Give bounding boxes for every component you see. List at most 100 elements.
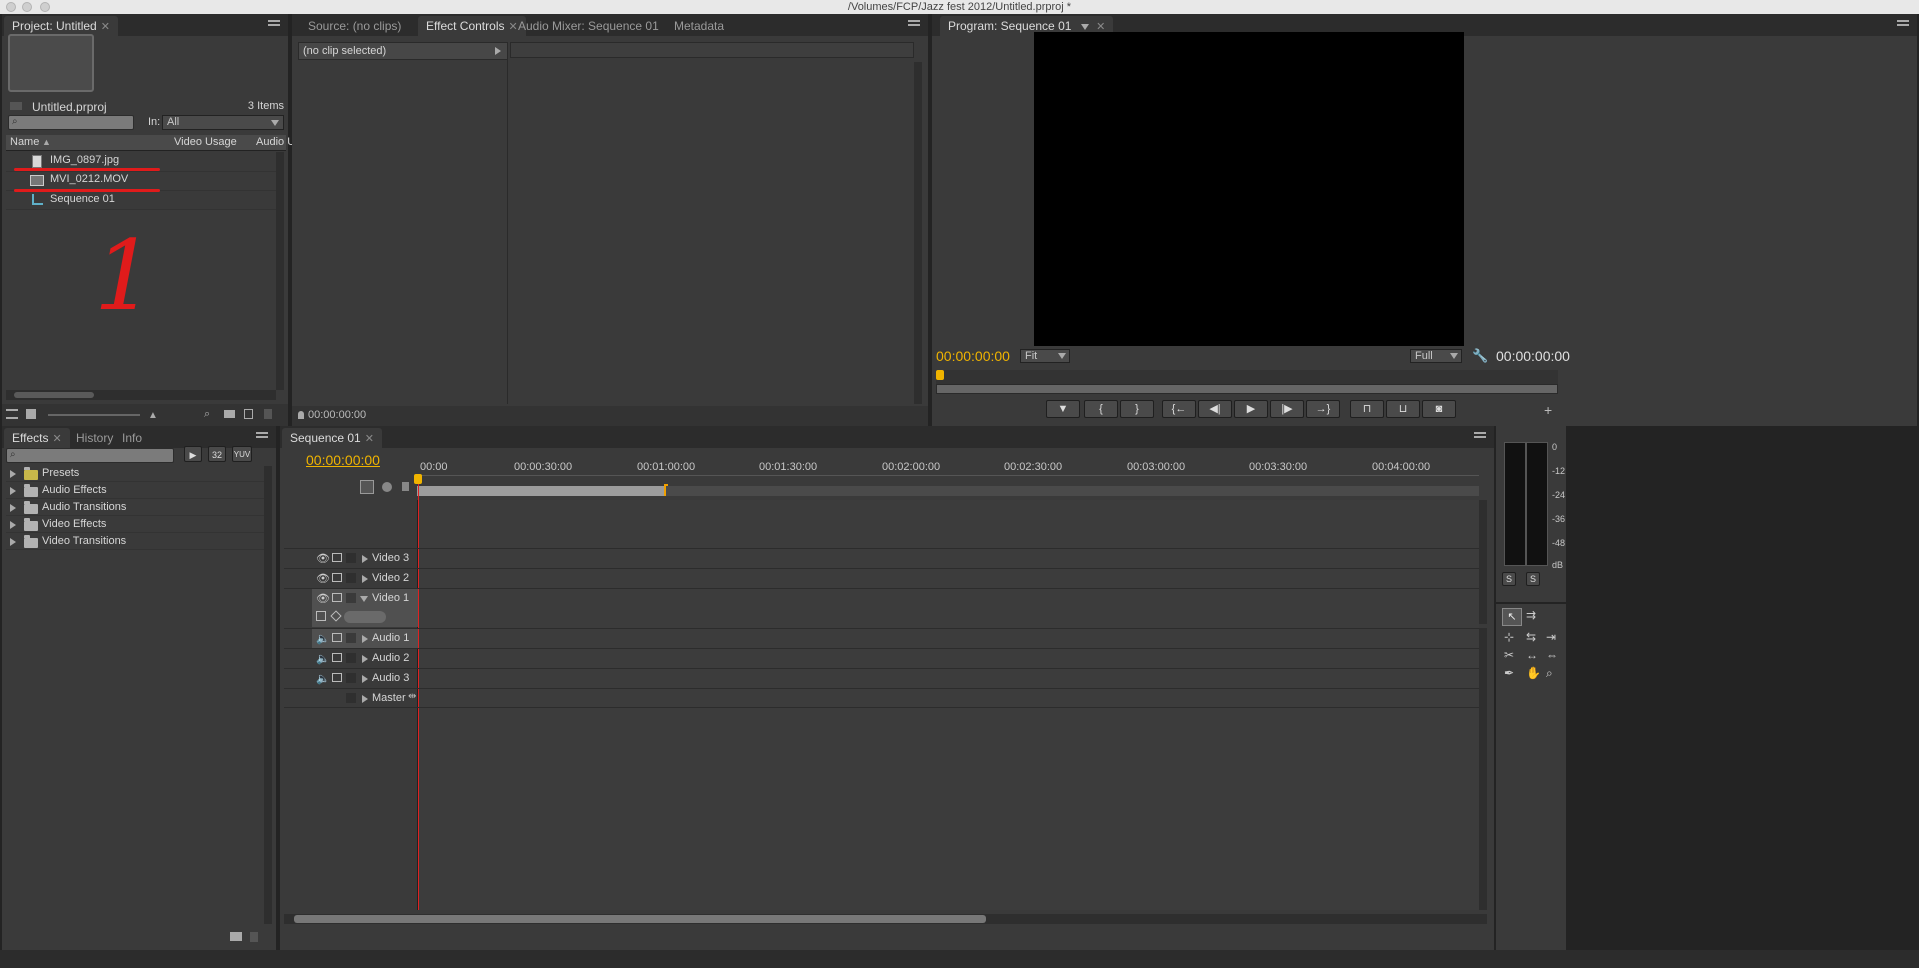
program-timecode-current[interactable]: 00:00:00:00: [936, 348, 1010, 364]
effects-folder-item[interactable]: Audio Effects: [6, 483, 264, 499]
slide-tool-icon[interactable]: ⇔: [1546, 648, 1558, 662]
zoom-level-dropdown[interactable]: Fit: [1020, 349, 1070, 363]
button-editor-plus-icon[interactable]: +: [1544, 402, 1552, 418]
chevron-down-icon[interactable]: [1080, 23, 1089, 30]
hand-tool-icon[interactable]: ✋: [1526, 666, 1541, 680]
track-lock-icon[interactable]: [346, 653, 356, 663]
timeline-timecode[interactable]: 00:00:00:00: [306, 452, 380, 468]
effects-search-input[interactable]: ⌕: [6, 448, 174, 463]
timeline-horizontal-scrollbar[interactable]: [284, 914, 1487, 924]
tab-info[interactable]: Info: [114, 428, 150, 448]
rolling-edit-tool-icon[interactable]: ⇆: [1526, 630, 1536, 644]
go-to-out-button[interactable]: →}: [1306, 400, 1340, 418]
wrench-settings-icon[interactable]: 🔧: [1472, 348, 1488, 364]
eye-icon[interactable]: 👁: [316, 572, 330, 585]
close-tab-icon[interactable]: ✕: [52, 433, 61, 445]
speaker-icon[interactable]: 🔈: [316, 672, 330, 685]
playback-resolution-dropdown[interactable]: Full: [1410, 349, 1462, 363]
sync-lock-icon[interactable]: [332, 653, 342, 662]
track-lock-icon[interactable]: [346, 593, 356, 603]
close-tab-icon[interactable]: ✕: [101, 21, 110, 33]
expand-track-icon[interactable]: [362, 655, 368, 663]
track-select-tool-icon[interactable]: ⇉: [1526, 608, 1536, 622]
panel-menu-icon[interactable]: [908, 18, 922, 30]
step-forward-button[interactable]: |▶: [1270, 400, 1304, 418]
extract-button[interactable]: ⊔: [1386, 400, 1420, 418]
panel-menu-icon[interactable]: [268, 18, 282, 30]
new-custom-bin-icon[interactable]: [230, 932, 242, 941]
list-view-icon[interactable]: [6, 409, 18, 419]
expand-triangle-icon[interactable]: [10, 487, 16, 495]
track-lock-icon[interactable]: [346, 573, 356, 583]
playhead-icon[interactable]: [936, 370, 944, 380]
in-dropdown[interactable]: All: [162, 115, 284, 130]
ripple-edit-tool-icon[interactable]: ⊹: [1504, 630, 1514, 644]
zoom-tool-icon[interactable]: ⌕: [1546, 666, 1553, 681]
panel-menu-icon[interactable]: [1897, 18, 1911, 30]
mark-in-button[interactable]: {: [1084, 400, 1118, 418]
expand-track-icon[interactable]: [362, 675, 368, 683]
project-search-input[interactable]: ⌕: [8, 115, 134, 130]
close-tab-icon[interactable]: ✕: [365, 433, 374, 445]
audio-tracks-scrollbar[interactable]: [1479, 628, 1487, 910]
effects-scrollbar[interactable]: [264, 466, 272, 924]
new-bin-icon[interactable]: [224, 410, 235, 418]
effects-folder-item[interactable]: Audio Transitions: [6, 500, 264, 516]
pen-tool-icon[interactable]: ✒: [1504, 666, 1514, 680]
sync-lock-icon[interactable]: [332, 593, 342, 602]
set-encore-marker-icon[interactable]: [382, 482, 392, 492]
track-lock-icon[interactable]: [346, 553, 356, 563]
sync-lock-icon[interactable]: [332, 573, 342, 582]
work-area-bar[interactable]: [417, 486, 666, 496]
expand-triangle-icon[interactable]: [10, 504, 16, 512]
expand-triangle-icon[interactable]: [10, 538, 16, 546]
minimize-window-icon[interactable]: [22, 2, 32, 12]
project-vertical-scrollbar[interactable]: [276, 152, 284, 390]
find-icon[interactable]: ⌕: [204, 408, 210, 421]
zoom-slider[interactable]: [48, 414, 140, 416]
selection-tool-icon[interactable]: ↖: [1502, 608, 1522, 626]
go-to-in-button[interactable]: {←: [1162, 400, 1196, 418]
eye-icon[interactable]: 👁: [316, 592, 330, 605]
play-triangle-icon[interactable]: [495, 47, 501, 55]
column-name[interactable]: Name: [10, 136, 39, 148]
effects-folder-item[interactable]: Video Transitions: [6, 534, 264, 550]
video-tracks-scrollbar[interactable]: [1479, 500, 1487, 624]
expand-track-icon[interactable]: [362, 555, 368, 563]
tab-source[interactable]: Source: (no clips): [300, 16, 409, 36]
tab-project[interactable]: Project: Untitled ✕: [4, 16, 118, 36]
rate-stretch-tool-icon[interactable]: ⇥: [1546, 630, 1556, 644]
set-marker-icon[interactable]: [402, 482, 409, 491]
speaker-icon[interactable]: 🔈: [316, 652, 330, 665]
solo-left-button[interactable]: S: [1502, 572, 1516, 586]
zoom-window-icon[interactable]: [40, 2, 50, 12]
close-window-icon[interactable]: [6, 2, 16, 12]
mark-out-button[interactable]: }: [1120, 400, 1154, 418]
program-zoom-scrollbar[interactable]: [936, 384, 1558, 394]
expand-track-icon[interactable]: [362, 575, 368, 583]
export-frame-button[interactable]: ◙: [1422, 400, 1456, 418]
speaker-icon[interactable]: 🔈: [316, 632, 330, 645]
keyframe-navigator[interactable]: [344, 611, 386, 623]
panel-menu-icon[interactable]: [256, 430, 270, 442]
yuv-effects-button[interactable]: YUV: [232, 446, 252, 462]
step-back-button[interactable]: ◀|: [1198, 400, 1232, 418]
tab-sequence[interactable]: Sequence 01 ✕: [282, 428, 382, 448]
expand-triangle-icon[interactable]: [10, 521, 16, 529]
razor-tool-icon[interactable]: ✂: [1504, 648, 1514, 662]
tab-metadata[interactable]: Metadata: [666, 16, 732, 36]
project-list-item[interactable]: Sequence 01: [6, 191, 276, 210]
program-time-ruler[interactable]: [936, 370, 1558, 384]
snap-icon[interactable]: [360, 480, 374, 494]
32-bit-effects-button[interactable]: 32: [208, 446, 226, 462]
set-display-style-icon[interactable]: [316, 611, 326, 621]
tab-audio-mixer[interactable]: Audio Mixer: Sequence 01: [510, 16, 667, 36]
expand-triangle-icon[interactable]: [10, 470, 16, 478]
add-marker-button[interactable]: ▼: [1046, 400, 1080, 418]
new-item-icon[interactable]: [244, 409, 253, 419]
tab-effects[interactable]: Effects ✕: [4, 428, 70, 448]
trash-icon[interactable]: [250, 932, 258, 942]
effects-folder-item[interactable]: Presets: [6, 466, 264, 482]
sync-lock-icon[interactable]: [332, 673, 342, 682]
eye-icon[interactable]: 👁: [316, 552, 330, 565]
